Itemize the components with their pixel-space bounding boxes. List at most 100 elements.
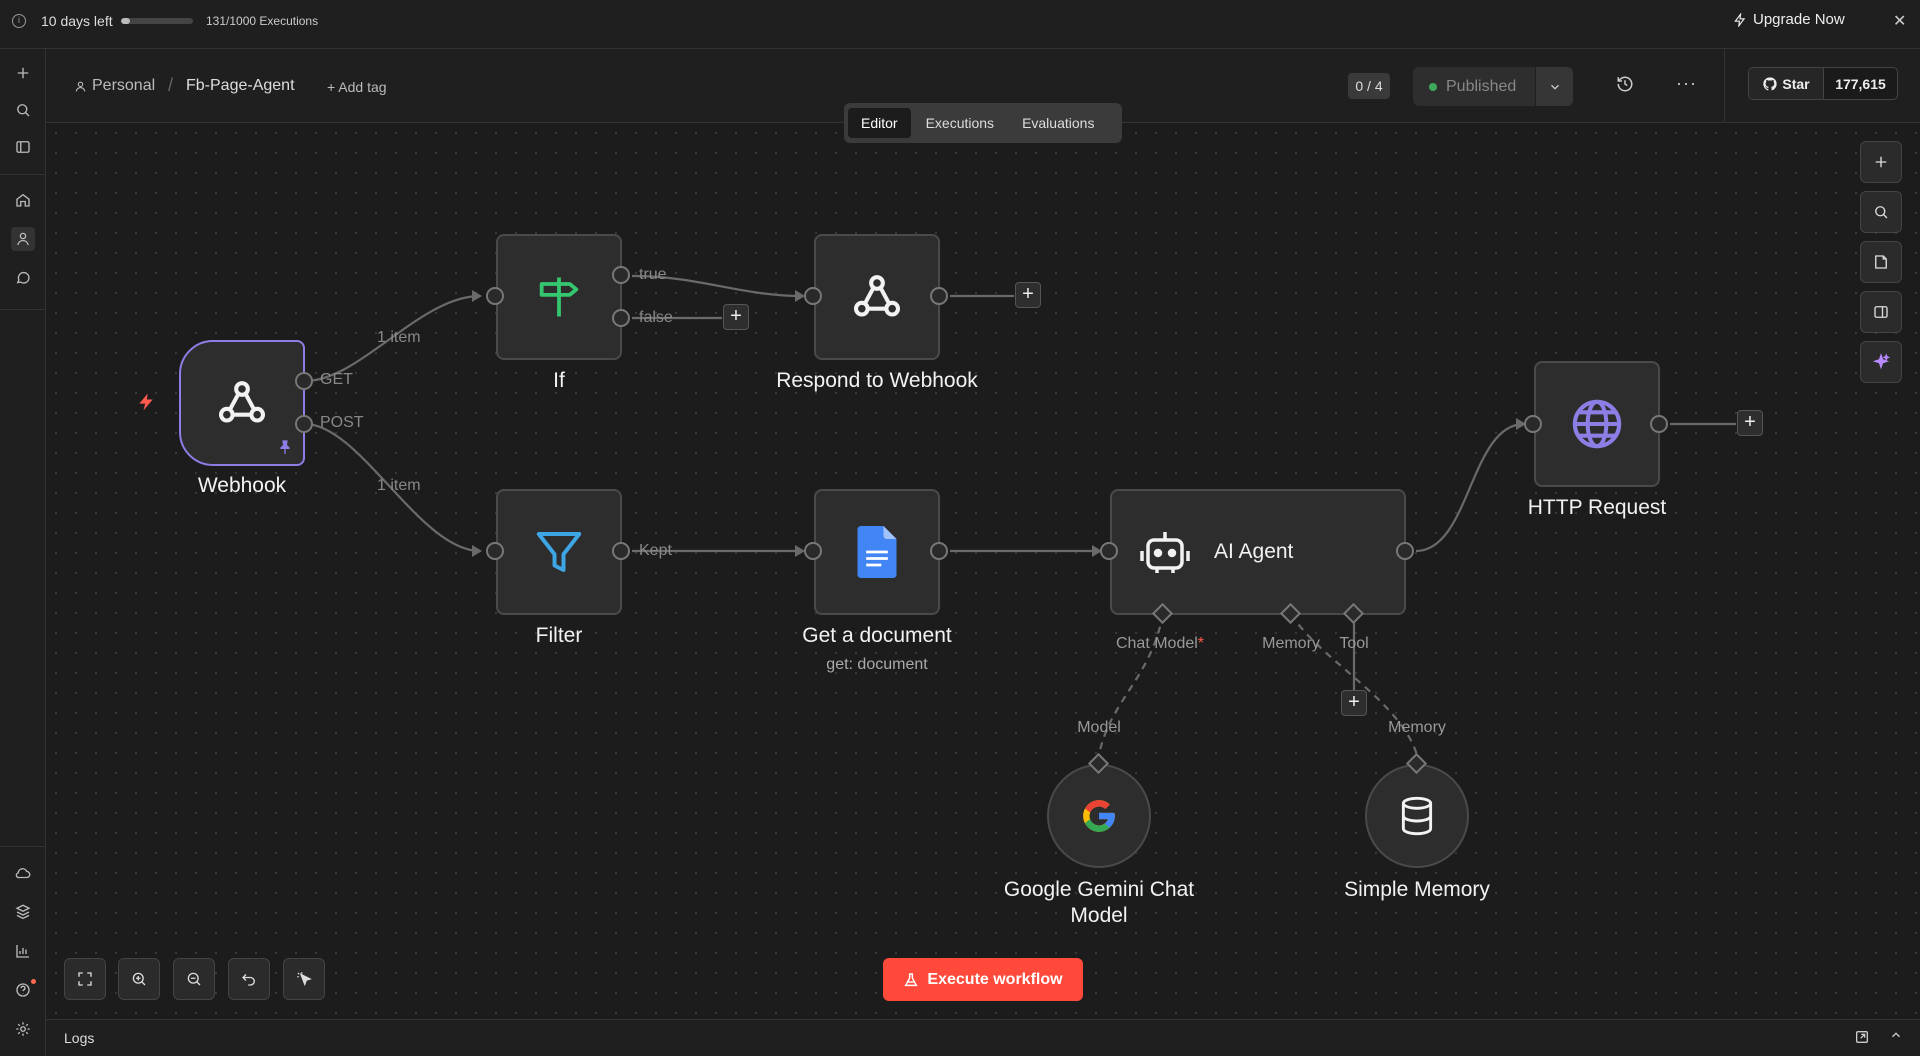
node-simple-memory[interactable]	[1365, 764, 1469, 868]
output-port-get[interactable]	[295, 372, 313, 390]
help-icon[interactable]	[11, 978, 36, 1002]
github-star-label: Star	[1782, 75, 1810, 92]
add-node-button[interactable]	[1860, 141, 1902, 183]
edge-label-item-count: 1 item	[377, 477, 421, 494]
output-port[interactable]	[1396, 542, 1414, 560]
chevron-down-icon[interactable]	[1535, 67, 1573, 106]
node-ai-agent[interactable]: AI Agent	[1110, 489, 1406, 615]
publish-button[interactable]: Published	[1413, 67, 1573, 106]
publish-label: Published	[1446, 78, 1517, 95]
sticky-note-icon	[1875, 255, 1887, 269]
add-node-plus-button[interactable]: +	[1737, 410, 1763, 436]
more-options-icon[interactable]: ···	[1676, 73, 1697, 94]
search-icon[interactable]	[11, 98, 35, 122]
upgrade-now-button[interactable]: Upgrade Now	[1733, 11, 1845, 28]
node-webhook[interactable]	[179, 340, 305, 466]
days-left-text: 10 days left	[41, 13, 113, 29]
home-icon[interactable]	[11, 188, 35, 212]
chevron-up-icon[interactable]	[1889, 1028, 1903, 1045]
logs-panel-bar[interactable]: Logs	[46, 1019, 1920, 1056]
node-respond-to-webhook[interactable]	[814, 234, 940, 360]
pop-out-icon[interactable]	[1854, 1029, 1870, 1050]
workflow-canvas[interactable]	[46, 123, 1920, 1019]
add-tag-button[interactable]: + Add tag	[327, 79, 387, 95]
upgrade-now-label: Upgrade Now	[1753, 11, 1845, 28]
add-tool-plus-button[interactable]: +	[1341, 690, 1367, 716]
create-plus-icon[interactable]	[11, 61, 35, 85]
tab-editor[interactable]: Editor	[848, 108, 911, 138]
ai-assistant-button[interactable]	[1860, 341, 1902, 383]
sidebar-divider	[0, 309, 46, 310]
output-port[interactable]	[930, 542, 948, 560]
node-title-simple-memory: Simple Memory	[1344, 878, 1490, 901]
input-port[interactable]	[486, 287, 504, 305]
edge-label-true: true	[639, 266, 667, 283]
close-banner-icon[interactable]: ✕	[1893, 11, 1906, 31]
github-star: Star	[1749, 68, 1824, 99]
undo-button[interactable]	[228, 958, 270, 1000]
output-port-kept[interactable]	[612, 542, 630, 560]
execute-workflow-button[interactable]: Execute workflow	[883, 958, 1083, 1001]
connector-label-memory: Memory	[1262, 635, 1320, 652]
breadcrumb-project[interactable]: Personal	[74, 77, 155, 95]
edge-label-post: POST	[320, 414, 364, 431]
personal-icon[interactable]	[11, 227, 35, 251]
add-node-plus-button[interactable]: +	[723, 304, 749, 330]
output-port-true[interactable]	[612, 266, 630, 284]
sidebar-toggle-icon[interactable]	[11, 135, 35, 159]
output-port[interactable]	[930, 287, 948, 305]
node-filter[interactable]	[496, 489, 622, 615]
tidy-up-button[interactable]	[283, 958, 325, 1000]
chat-icon[interactable]	[11, 266, 35, 290]
node-if[interactable]	[496, 234, 622, 360]
node-title-google-gemini-line1: Google Gemini Chat	[1003, 878, 1195, 901]
cloud-icon[interactable]	[11, 861, 35, 885]
github-star-button[interactable]: Star 177,615	[1748, 67, 1898, 100]
input-port[interactable]	[804, 287, 822, 305]
add-node-plus-button[interactable]: +	[1015, 282, 1041, 308]
settings-gear-icon[interactable]	[11, 1017, 35, 1041]
edge-label-false: false	[639, 309, 673, 326]
fit-view-button[interactable]	[64, 958, 106, 1000]
node-title-http-request: HTTP Request	[1527, 496, 1667, 519]
fullscreen-icon	[78, 972, 92, 986]
node-get-a-document[interactable]	[814, 489, 940, 615]
sticky-note-button[interactable]	[1860, 241, 1902, 283]
output-port[interactable]	[1650, 415, 1668, 433]
edge-label-get: GET	[320, 371, 353, 388]
zoom-out-button[interactable]	[173, 958, 215, 1000]
input-port[interactable]	[486, 542, 504, 560]
node-title-webhook: Webhook	[197, 474, 287, 497]
breadcrumb-separator: /	[168, 75, 174, 95]
tab-evaluations[interactable]: Evaluations	[1009, 108, 1107, 138]
search-nodes-button[interactable]	[1860, 191, 1902, 233]
tab-executions[interactable]: Executions	[913, 108, 1007, 138]
logs-label: Logs	[64, 1030, 95, 1046]
sidebar-divider	[0, 174, 46, 175]
filter-icon	[536, 532, 582, 572]
zoom-in-button[interactable]	[118, 958, 160, 1000]
history-icon[interactable]	[1616, 75, 1634, 98]
node-google-gemini-chat-model[interactable]	[1047, 764, 1151, 868]
input-port[interactable]	[1100, 542, 1118, 560]
templates-icon[interactable]	[11, 900, 35, 924]
node-http-request[interactable]	[1534, 361, 1660, 487]
search-icon	[1875, 206, 1888, 219]
output-port-false[interactable]	[612, 309, 630, 327]
trial-banner: i 10 days left 131/1000 Executions Upgra…	[0, 0, 1920, 49]
github-icon	[1763, 76, 1778, 90]
workflow-name[interactable]: Fb-Page-Agent	[186, 77, 295, 95]
robot-icon	[1140, 532, 1190, 573]
panel-icon	[1874, 306, 1888, 318]
edge-label-kept: Kept	[639, 542, 672, 559]
input-port[interactable]	[804, 542, 822, 560]
input-port[interactable]	[1524, 415, 1542, 433]
webhook-icon	[853, 275, 901, 317]
output-port-post[interactable]	[295, 415, 313, 433]
insights-icon[interactable]	[11, 939, 35, 963]
panel-toggle-button[interactable]	[1860, 291, 1902, 333]
zoom-in-icon	[132, 972, 146, 986]
left-sidebar	[0, 49, 46, 1056]
connector-label-chat-model: Chat Model*	[1115, 635, 1205, 652]
sparkle-icon	[1872, 353, 1890, 370]
